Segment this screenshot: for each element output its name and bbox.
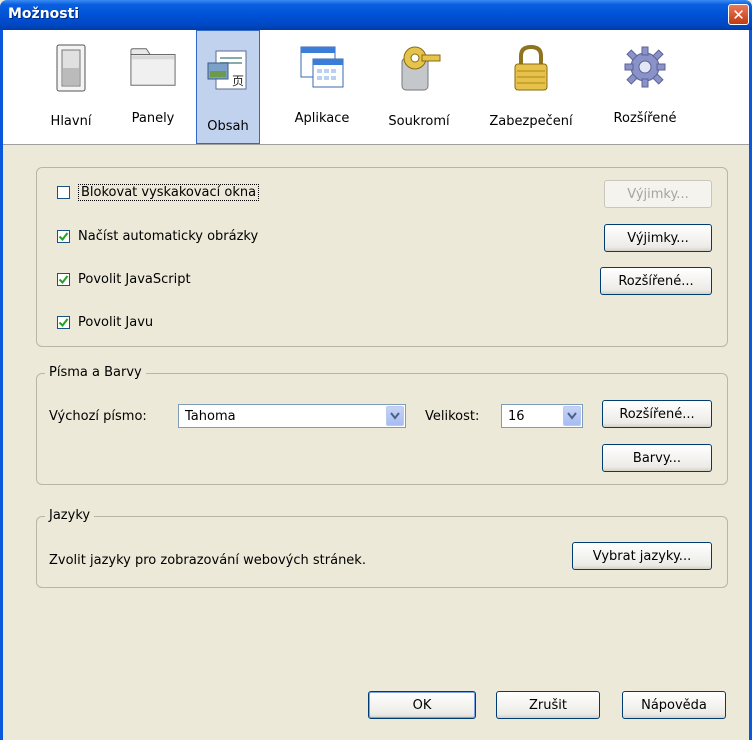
padlock-icon (507, 44, 555, 92)
font-size-value: 16 (508, 408, 525, 424)
java-row[interactable]: Povolit Javu (57, 315, 153, 330)
tab-panels[interactable]: Panely (120, 44, 186, 126)
fonts-advanced-button[interactable]: Rozšířené... (602, 400, 712, 428)
checkmark-icon (58, 275, 69, 285)
document-icon: 页 (204, 45, 252, 97)
block-popups-checkbox[interactable] (57, 186, 70, 199)
tab-applications-label: Aplikace (294, 111, 350, 126)
title-bar[interactable]: Možnosti ✕ (0, 0, 752, 30)
javascript-label: Povolit JavaScript (78, 272, 191, 287)
load-images-row[interactable]: Načíst automaticky obrázky (57, 229, 258, 244)
tab-content-label: Obsah (207, 119, 249, 134)
tab-panels-label: Panely (131, 111, 175, 126)
javascript-advanced-button[interactable]: Rozšířené... (600, 267, 712, 295)
chevron-down-icon[interactable] (386, 406, 404, 426)
java-checkbox[interactable] (57, 316, 70, 329)
tab-advanced[interactable]: Rozšířené (603, 44, 687, 126)
tab-advanced-label: Rozšířené (613, 111, 677, 126)
block-popups-row[interactable]: Blokovat vyskakovací okna (57, 184, 260, 201)
font-size-label: Velikost: (425, 409, 480, 424)
tab-privacy[interactable]: Soukromí (379, 44, 459, 129)
load-images-label: Načíst automaticky obrázky (78, 229, 259, 244)
images-exceptions-button[interactable]: Výjimky... (604, 224, 712, 252)
cancel-button[interactable]: Zrušit (496, 691, 600, 719)
default-font-value: Tahoma (185, 408, 236, 424)
tab-content[interactable]: 页 Obsah (196, 30, 260, 144)
tab-privacy-label: Soukromí (388, 114, 450, 129)
window-grid-icon (298, 44, 346, 89)
java-label: Povolit Javu (78, 315, 154, 330)
help-button[interactable]: Nápověda (622, 691, 726, 719)
tab-applications[interactable]: Aplikace (286, 44, 358, 126)
close-button[interactable]: ✕ (728, 4, 749, 25)
checkmark-icon (58, 232, 69, 242)
languages-description: Zvolit jazyky pro zobrazování webových s… (49, 553, 366, 568)
default-font-label: Výchozí písmo: (49, 409, 147, 424)
javascript-checkbox[interactable] (57, 273, 70, 286)
font-size-select[interactable]: 16 (501, 404, 583, 428)
checkmark-icon (58, 318, 69, 328)
key-icon (395, 44, 443, 92)
choose-languages-button[interactable]: Vybrat jazyky... (572, 542, 712, 570)
preferences-toolbar: Hlavní Panely 页 Obsah Aplikace Soukromí … (3, 30, 749, 145)
tab-security[interactable]: Zabezpečení (481, 44, 581, 129)
ok-button[interactable]: OK (368, 691, 476, 719)
fonts-colors-legend: Písma a Barvy (45, 365, 146, 380)
load-images-checkbox[interactable] (57, 230, 70, 243)
folder-tab-icon (129, 44, 177, 89)
block-popups-label: Blokovat vyskakovací okna (78, 184, 260, 201)
close-icon: ✕ (732, 5, 745, 24)
tab-main-label: Hlavní (50, 114, 92, 129)
colors-button[interactable]: Barvy... (602, 444, 712, 472)
default-font-select[interactable]: Tahoma (178, 404, 406, 428)
switch-icon (47, 44, 95, 92)
chevron-down-icon[interactable] (563, 406, 581, 426)
gear-icon (621, 44, 669, 89)
tab-main[interactable]: Hlavní (41, 44, 101, 129)
languages-legend: Jazyky (45, 508, 95, 523)
javascript-row[interactable]: Povolit JavaScript (57, 272, 191, 287)
svg-text:页: 页 (232, 74, 244, 88)
window-title: Možnosti (8, 6, 80, 22)
popups-exceptions-button[interactable]: Výjimky... (604, 180, 712, 208)
tab-security-label: Zabezpečení (489, 114, 573, 129)
